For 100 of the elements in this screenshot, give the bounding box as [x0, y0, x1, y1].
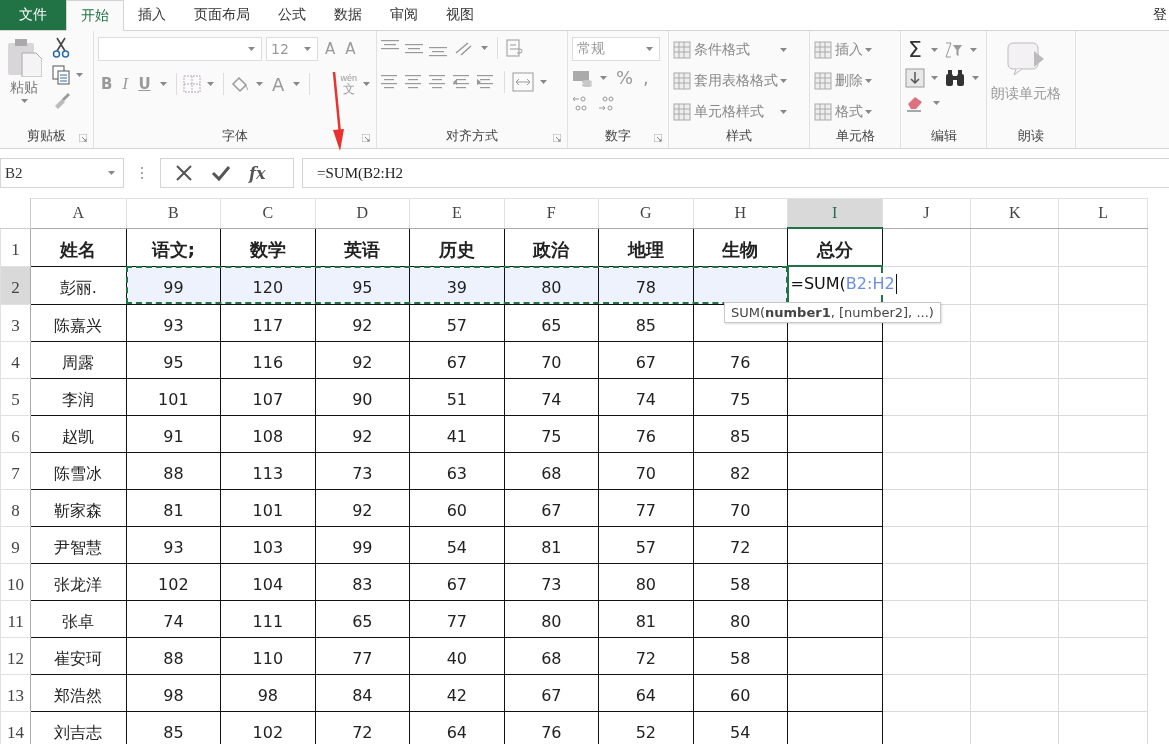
caret-icon[interactable] [865, 47, 872, 52]
caret-icon[interactable] [972, 76, 979, 80]
table-cell: 88 [126, 637, 221, 675]
ribbon-tab[interactable]: 页面布局 [180, 0, 264, 30]
column-heading: 地理 [598, 228, 694, 266]
column-header[interactable]: J [882, 198, 971, 228]
scissors-icon[interactable] [52, 37, 70, 59]
fill-bucket-icon[interactable] [229, 75, 250, 93]
row-header[interactable]: 10 [0, 563, 31, 601]
table-cell: 39 [409, 266, 505, 304]
insert-function-button[interactable]: fx [249, 163, 266, 183]
caret-icon[interactable] [248, 47, 255, 51]
column-header[interactable]: D [315, 198, 410, 228]
dialog-launcher-icon[interactable] [553, 134, 561, 142]
copy-icon[interactable] [52, 65, 70, 85]
row-header[interactable]: 6 [0, 415, 31, 453]
table-cell: 113 [220, 452, 316, 490]
binoculars-icon[interactable] [944, 69, 966, 87]
wrap-text-icon[interactable] [505, 38, 525, 58]
column-header[interactable]: A [30, 198, 127, 228]
caret-icon[interactable] [930, 47, 938, 52]
column-header[interactable]: G [598, 198, 694, 228]
column-header[interactable]: B [126, 198, 221, 228]
row-header[interactable]: 3 [0, 304, 31, 342]
row-header[interactable]: 12 [0, 637, 31, 675]
name-box[interactable]: B2 [0, 158, 124, 188]
column-header[interactable]: K [970, 198, 1059, 228]
caret-icon[interactable] [865, 109, 872, 114]
table-cell: 64 [598, 674, 694, 712]
row-header[interactable]: 7 [0, 452, 31, 490]
caret-icon[interactable] [780, 47, 787, 52]
caret-icon[interactable] [931, 76, 938, 80]
table-cell: 104 [220, 563, 316, 601]
caret-icon[interactable] [600, 75, 607, 80]
row-header[interactable]: 1 [0, 228, 31, 266]
caret-icon[interactable] [159, 82, 167, 86]
caret-icon[interactable] [363, 82, 370, 86]
caret-icon[interactable] [304, 47, 311, 51]
caret-icon[interactable] [540, 80, 547, 84]
ribbon-tab[interactable]: 插入 [124, 0, 180, 30]
column-header[interactable]: C [220, 198, 316, 228]
caret-icon[interactable] [969, 47, 977, 52]
sign-in-link[interactable]: 登 [1153, 6, 1167, 24]
paste-button[interactable]: 粘贴 [10, 79, 38, 97]
autosum-button[interactable]: Σ [905, 37, 925, 62]
caret-icon[interactable] [780, 109, 787, 114]
ribbon-tab[interactable]: 公式 [264, 0, 320, 30]
column-header[interactable]: H [693, 198, 788, 228]
check-icon[interactable] [211, 164, 231, 182]
cancel-icon[interactable] [175, 164, 193, 182]
ribbon-tab[interactable]: 审阅 [376, 0, 432, 30]
caret-icon[interactable] [255, 82, 263, 86]
merge-cells-icon[interactable] [512, 72, 534, 92]
column-header[interactable]: L [1058, 198, 1148, 228]
group-label: 单元格 [835, 127, 875, 145]
file-tab[interactable]: 文件 [0, 0, 66, 30]
column-header[interactable]: I [787, 198, 882, 228]
row-header[interactable]: 9 [0, 526, 31, 564]
fill-down-icon[interactable] [905, 68, 925, 88]
dialog-launcher-icon[interactable] [79, 134, 87, 142]
row-header[interactable]: 2 [0, 266, 31, 304]
caret-icon[interactable] [76, 73, 83, 77]
row-header[interactable]: 4 [0, 341, 31, 379]
caret-icon[interactable] [108, 171, 115, 175]
caret-icon[interactable] [865, 78, 872, 83]
ribbon-command[interactable]: 套用表格格式 [673, 71, 778, 90]
table-cell: 郑浩然 [30, 674, 127, 712]
caret-icon[interactable] [293, 82, 301, 86]
cell-formula-input[interactable]: =SUM(B2:H2 [790, 273, 897, 295]
ribbon-command[interactable]: 插入 [814, 40, 863, 59]
row-header[interactable]: 8 [0, 489, 31, 527]
caret-icon[interactable] [481, 46, 488, 50]
ribbon-command[interactable]: 条件格式 [673, 40, 750, 59]
row-header[interactable]: 13 [0, 674, 31, 712]
border-icon[interactable] [182, 75, 201, 93]
clipboard-icon[interactable] [6, 37, 42, 77]
caret-icon[interactable] [20, 99, 28, 103]
formula-field[interactable]: =SUM(B2:H2 [302, 158, 1169, 188]
ribbon-command[interactable]: 删除 [814, 71, 863, 90]
ribbon-tab[interactable]: 开始 [66, 0, 124, 31]
ribbon-tab[interactable]: 视图 [432, 0, 488, 30]
column-header[interactable]: E [409, 198, 505, 228]
currency-icon[interactable] [572, 68, 594, 87]
caret-icon[interactable] [933, 101, 940, 105]
row-header[interactable]: 11 [0, 600, 31, 638]
sort-filter-icon[interactable] [943, 40, 964, 59]
caret-icon[interactable] [206, 82, 214, 86]
dialog-launcher-icon[interactable] [362, 134, 370, 142]
caret-icon[interactable] [646, 47, 653, 51]
caret-icon[interactable] [780, 78, 787, 83]
more-options-icon[interactable] [140, 166, 144, 180]
font-name-field[interactable] [98, 37, 262, 61]
row-header[interactable]: 14 [0, 711, 31, 744]
row-header[interactable]: 5 [0, 378, 31, 416]
dialog-launcher-icon[interactable] [654, 134, 662, 142]
ribbon-tab[interactable]: 数据 [320, 0, 376, 30]
ribbon-command[interactable]: 单元格样式 [673, 102, 764, 121]
column-header[interactable]: F [504, 198, 599, 228]
ribbon-command[interactable]: 格式 [814, 102, 863, 121]
table-cell: 51 [409, 378, 505, 416]
